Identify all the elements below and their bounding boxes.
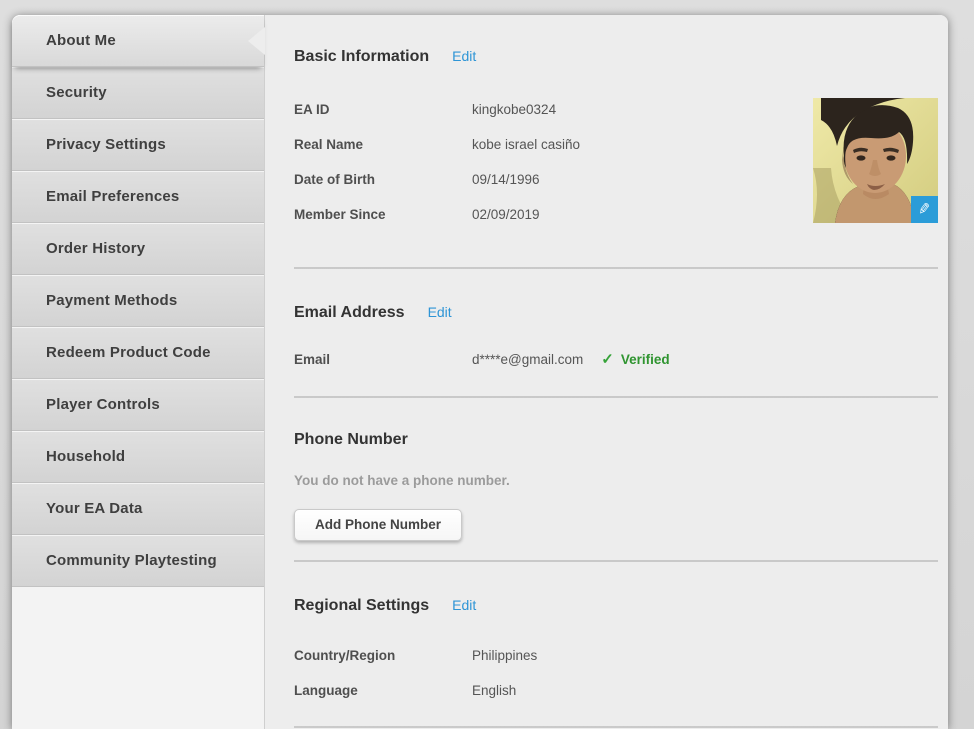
settings-panel: About Me Security Privacy Settings Email… [12, 15, 948, 729]
sidebar-item-household[interactable]: Household [12, 431, 264, 483]
language-value: English [472, 683, 517, 698]
regional-settings-section: Regional Settings Edit Country/Region Ph… [294, 560, 938, 726]
email-address-section: Email Address Edit Email d****e@gmail.co… [294, 267, 938, 396]
ea-id-value: kingkobe0324 [472, 102, 557, 117]
sidebar-item-label: Email Preferences [46, 188, 180, 205]
sidebar-item-player-controls[interactable]: Player Controls [12, 379, 264, 431]
phone-empty-message: You do not have a phone number. [294, 473, 510, 488]
real-name-value: kobe israel casiño [472, 137, 581, 152]
language-row: Language English [294, 682, 938, 699]
sidebar-item-label: Player Controls [46, 396, 160, 413]
verified-label: Verified [620, 352, 670, 367]
email-value: d****e@gmail.com [472, 352, 584, 367]
language-label: Language [294, 683, 358, 698]
sidebar-item-label: About Me [46, 32, 116, 49]
sidebar-item-label: Your EA Data [46, 500, 143, 517]
section-title: Email Address [294, 304, 405, 321]
sidebar-item-email-preferences[interactable]: Email Preferences [12, 171, 264, 223]
check-icon: ✓ [601, 351, 614, 368]
date-of-birth-value: 09/14/1996 [472, 172, 540, 187]
regional-settings-header: Regional Settings Edit [294, 594, 938, 617]
sidebar-item-your-ea-data[interactable]: Your EA Data [12, 483, 264, 535]
sidebar-item-order-history[interactable]: Order History [12, 223, 264, 275]
sidebar-item-label: Household [46, 448, 126, 465]
phone-number-header: Phone Number [294, 429, 938, 451]
country-region-row: Country/Region Philippines [294, 647, 938, 664]
date-of-birth-label: Date of Birth [294, 172, 375, 187]
email-address-header: Email Address Edit [294, 301, 938, 324]
sidebar-item-about-me[interactable]: About Me [12, 15, 265, 67]
edit-regional-settings-link[interactable]: Edit [452, 594, 476, 616]
add-phone-number-button[interactable]: Add Phone Number [294, 509, 463, 541]
active-item-arrow-icon [248, 26, 265, 55]
avatar: ✎ [813, 98, 938, 223]
edit-email-link[interactable]: Edit [428, 301, 452, 323]
basic-information-section: Basic Information Edit EA ID kingkobe032… [294, 15, 938, 267]
about-me-content: Basic Information Edit EA ID kingkobe032… [265, 15, 948, 729]
sidebar-item-security[interactable]: Security [12, 67, 264, 119]
email-label: Email [294, 352, 331, 367]
real-name-label: Real Name [294, 137, 364, 152]
sidebar-item-label: Payment Methods [46, 292, 178, 309]
country-region-label: Country/Region [294, 648, 396, 663]
sidebar-item-community-playtesting[interactable]: Community Playtesting [12, 535, 264, 587]
account-settings-page: About Me Security Privacy Settings Email… [0, 0, 974, 729]
sidebar-item-privacy-settings[interactable]: Privacy Settings [12, 119, 264, 171]
pencil-icon: ✎ [917, 200, 932, 219]
sidebar-item-label: Redeem Product Code [46, 344, 211, 361]
sidebar-item-label: Community Playtesting [46, 552, 217, 569]
email-row: Email d****e@gmail.com ✓ Verified [294, 351, 938, 368]
verified-badge: ✓ Verified [601, 351, 669, 368]
sidebar: About Me Security Privacy Settings Email… [12, 15, 265, 729]
sidebar-item-label: Order History [46, 240, 146, 257]
section-title: Basic Information [294, 48, 430, 65]
sidebar-item-label: Privacy Settings [46, 136, 166, 153]
phone-number-section: Phone Number You do not have a phone num… [294, 396, 938, 560]
member-since-label: Member Since [294, 207, 386, 222]
sidebar-item-label: Security [46, 84, 107, 101]
sidebar-item-redeem-product-code[interactable]: Redeem Product Code [12, 327, 264, 379]
edit-basic-information-link[interactable]: Edit [452, 45, 476, 67]
sidebar-filler [12, 587, 264, 729]
member-since-value: 02/09/2019 [472, 207, 540, 222]
section-title: Regional Settings [294, 597, 430, 614]
edit-avatar-button[interactable]: ✎ [911, 196, 938, 223]
country-region-value: Philippines [472, 648, 538, 663]
ea-id-label: EA ID [294, 102, 330, 117]
section-title: Phone Number [294, 431, 408, 448]
sidebar-item-payment-methods[interactable]: Payment Methods [12, 275, 264, 327]
basic-information-header: Basic Information Edit [294, 45, 938, 68]
